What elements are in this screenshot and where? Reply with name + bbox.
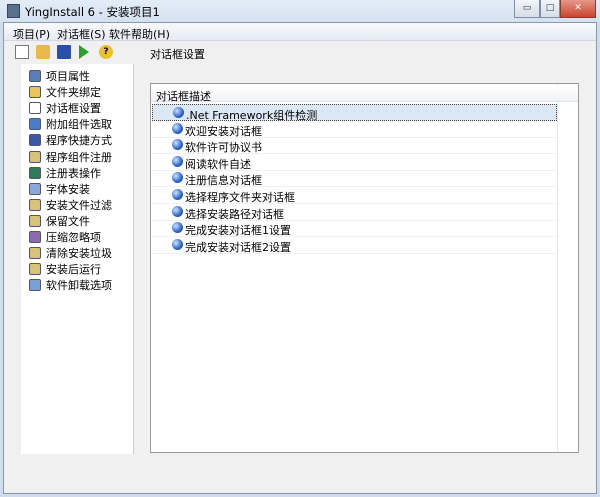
sidebar-item[interactable]: 对话框设置 (29, 100, 101, 116)
sidebar-item-icon (29, 134, 41, 147)
list-item[interactable]: 软件许可协议书 (152, 137, 557, 155)
list-item[interactable]: .Net Framework组件检测 (152, 104, 557, 122)
sidebar-item[interactable]: 软件卸载选项 (29, 277, 112, 293)
sidebar: 项目属性文件夹绑定对话框设置附加组件选取 程序快捷方式 程序组件注册 注册表操作字体安… (21, 64, 134, 454)
list-item[interactable]: 完成安装对话框2设置 (152, 237, 557, 254)
sidebar-item-icon (29, 118, 41, 131)
list-item-label: 选择程序文件夹对话框 (185, 191, 295, 204)
menu-project[interactable]: 项目(P) (13, 26, 50, 42)
sidebar-item-icon (29, 198, 41, 211)
globe-icon (172, 189, 183, 200)
sidebar-item-label: 程序组件注册 (46, 150, 112, 164)
list-item-label: 软件许可协议书 (185, 141, 262, 155)
sidebar-item[interactable]: 安装后运行 (29, 261, 101, 277)
toolbar: ? 对话框设置 (4, 42, 596, 63)
sidebar-item-icon (29, 279, 41, 292)
maximize-button[interactable]: □ (540, 0, 560, 18)
list-item[interactable]: 选择程序文件夹对话框 (152, 187, 557, 204)
list-item[interactable]: 选择安装路径对话框 (152, 204, 557, 221)
sidebar-item-icon (29, 70, 41, 82)
list-item-label: 完成安装对话框1设置 (185, 224, 291, 238)
list-item-label: 注册信息对话框 (185, 174, 262, 188)
open-icon[interactable] (36, 45, 50, 59)
minimize-button[interactable]: ▭ (514, 0, 540, 18)
column-separator (557, 84, 558, 452)
sidebar-item[interactable]: 程序快捷方式 (29, 132, 112, 148)
sidebar-item-label: 注册表操作 (46, 166, 101, 180)
sidebar-item-label: 软件卸载选项 (46, 279, 112, 293)
sidebar-item-icon (29, 182, 41, 195)
sidebar-item-icon (29, 263, 41, 276)
globe-icon (172, 155, 183, 167)
window-title: YingInstall 6 - 安装项目1 (25, 5, 160, 19)
sidebar-item[interactable]: 注册表操作 (29, 165, 101, 181)
sidebar-item-label: 压缩忽略项 (46, 231, 101, 244)
sidebar-item-icon (29, 86, 41, 99)
list-item-label: 选择安装路径对话框 (185, 207, 284, 221)
sidebar-item[interactable]: 压缩忽略项 (29, 229, 101, 245)
sidebar-item-icon (29, 166, 41, 179)
globe-icon (172, 238, 183, 250)
sidebar-item-icon (29, 247, 41, 260)
sidebar-item-label: 字体安装 (46, 182, 90, 196)
sidebar-item-label: 清除安装垃圾 (46, 247, 112, 261)
sidebar-item-label: 安装文件过滤 (46, 198, 112, 212)
column-header[interactable]: 对话框描述 (151, 86, 578, 103)
globe-icon (172, 122, 183, 134)
run-icon[interactable] (79, 45, 89, 59)
list-item-label: 阅读软件自述 (185, 157, 251, 171)
app-icon (7, 4, 20, 18)
list-item-label: 欢迎安装对话框 (185, 124, 262, 138)
sidebar-item-icon (29, 102, 41, 115)
sidebar-item-label: 项目属性 (46, 70, 90, 83)
new-icon[interactable] (15, 45, 29, 59)
sidebar-item-label: 附加组件选取 (46, 118, 112, 132)
sidebar-item-icon (29, 150, 41, 163)
sidebar-item-label: 对话框设置 (46, 102, 101, 116)
sidebar-item[interactable]: 文件夹绑定 (29, 84, 101, 100)
sidebar-item-label: 保留文件 (46, 214, 90, 228)
save-icon[interactable] (57, 45, 71, 59)
list-item-label: 完成安装对话框2设置 (185, 240, 291, 254)
current-section-label: 对话框设置 (150, 48, 205, 61)
sidebar-item-icon (29, 214, 41, 227)
close-button[interactable]: ✕ (560, 0, 596, 18)
globe-icon (172, 205, 183, 217)
column-header-label: 对话框描述 (156, 90, 211, 103)
sidebar-item[interactable]: 安装文件过滤 (29, 197, 112, 213)
globe-icon (172, 139, 183, 151)
sidebar-item[interactable]: 清除安装垃圾 (29, 245, 112, 261)
globe-icon (172, 172, 183, 184)
sidebar-item-label: 文件夹绑定 (46, 86, 101, 100)
menu-help[interactable]: 软件帮助(H) (109, 26, 170, 42)
menu-bar: 项目(P) 对话框(S) 软件帮助(H) (4, 23, 596, 41)
title-bar: YingInstall 6 - 安装项目1 ▭ □ ✕ (0, 0, 600, 22)
main-window: 项目(P) 对话框(S) 软件帮助(H) ? 对话框设置 项目属性 文件夹绑定 对话… (3, 22, 597, 494)
list-item[interactable]: 注册信息对话框 (152, 170, 557, 188)
list-item[interactable]: 完成安装对话框1设置 (152, 220, 557, 238)
sidebar-item-label: 程序快捷方式 (46, 134, 112, 148)
menu-dialog[interactable]: 对话框(S) (57, 26, 106, 42)
dialog-list[interactable]: 对话框描述 .Net Framework组件检测欢迎安装对话框 软件许可协议书 阅读… (150, 83, 579, 453)
globe-icon (172, 222, 183, 234)
sidebar-item[interactable]: 附加组件选取 (29, 116, 112, 132)
list-item[interactable]: 欢迎安装对话框 (152, 121, 557, 138)
sidebar-item-label: 安装后运行 (46, 263, 101, 277)
sidebar-item[interactable]: 保留文件 (29, 213, 90, 229)
list-item[interactable]: 阅读软件自述 (152, 154, 557, 171)
sidebar-item[interactable]: 字体安装 (29, 181, 90, 197)
sidebar-item[interactable]: 项目属性 (29, 68, 90, 84)
globe-icon (173, 107, 184, 118)
sidebar-item[interactable]: 程序组件注册 (29, 149, 112, 165)
sidebar-item-icon (29, 231, 41, 243)
